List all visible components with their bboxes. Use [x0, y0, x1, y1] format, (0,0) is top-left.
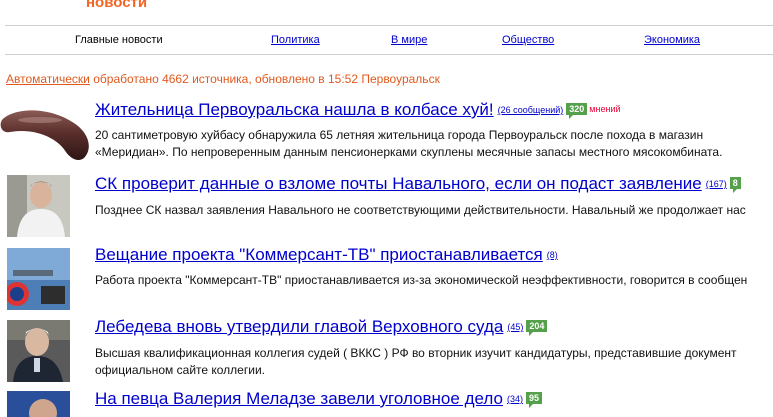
update-status: Автоматически обработано 4662 источника,… [6, 72, 440, 86]
comments-link[interactable]: (26 сообщений) [498, 105, 564, 115]
nav-item-world[interactable]: В мире [391, 34, 427, 46]
navalny-photo[interactable] [7, 175, 70, 237]
logo[interactable]: новости [86, 0, 147, 11]
opinions-badge[interactable]: 95 [525, 392, 542, 408]
opinions-badge[interactable]: 320 [566, 103, 588, 119]
news-title[interactable]: СК проверит данные о взломе почты Наваль… [95, 174, 702, 193]
news-desc-line: Высшая квалификационная коллегия судей (… [95, 346, 737, 360]
nav-item-main-news[interactable]: Главные новости [75, 34, 163, 46]
news-title[interactable]: Жительница Первоуральска нашла в колбасе… [95, 100, 494, 119]
news-desc-line: официальном сайте коллегии. [95, 363, 265, 377]
meladze-photo[interactable] [7, 391, 70, 417]
comments-link[interactable]: (167) [706, 179, 727, 189]
news-desc-line: Позднее СК назвал заявления Навального н… [95, 203, 746, 217]
opinions-badge[interactable]: 204 [526, 320, 548, 336]
opinions-badge[interactable]: 8 [729, 177, 741, 193]
nav-item-economy[interactable]: Экономика [644, 34, 700, 46]
sausage-image[interactable] [0, 100, 95, 170]
nav-item-society[interactable]: Общество [502, 34, 554, 46]
comments-link[interactable]: (8) [547, 250, 558, 260]
news-title[interactable]: На певца Валерия Меладзе завели уголовно… [95, 389, 503, 408]
kommersant-image[interactable] [7, 248, 70, 310]
comments-link[interactable]: (34) [507, 394, 523, 404]
news-title[interactable]: Вещание проекта "Коммерсант-ТВ" приостан… [95, 245, 543, 264]
news-desc-line: «Меридиан». По непроверенным данным пенс… [95, 145, 723, 159]
news-title[interactable]: Лебедева вновь утвердили главой Верховно… [95, 317, 503, 336]
main-nav: Главные новости Политика В мире Общество… [5, 25, 773, 55]
comments-link[interactable]: (45) [507, 322, 523, 332]
lebedev-photo[interactable] [7, 320, 70, 382]
news-desc-line: 20 сантиметровую хуйбасу обнаружила 65 л… [95, 128, 704, 142]
status-text: обработано 4662 источника, обновлено в 1… [89, 72, 440, 86]
opinions-label: мнений [589, 104, 621, 114]
news-desc-line: Работа проекта "Коммерсант-ТВ" приостана… [95, 273, 748, 287]
auto-link[interactable]: Автоматически [6, 72, 90, 86]
nav-item-politics[interactable]: Политика [271, 34, 320, 46]
